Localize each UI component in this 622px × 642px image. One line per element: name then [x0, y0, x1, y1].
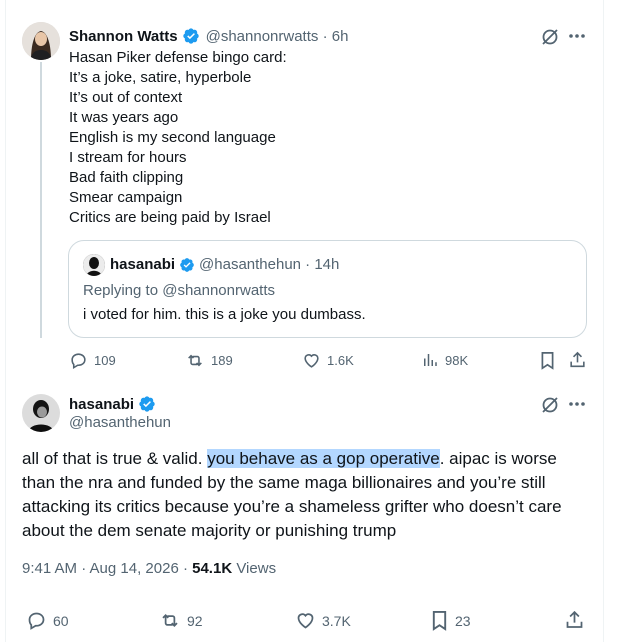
bookmark-icon — [432, 611, 447, 631]
like-count: 1.6K — [327, 353, 354, 368]
author-handle-time[interactable]: @shannonrwatts · 6h — [206, 28, 349, 45]
bookmark-count: 23 — [455, 612, 471, 629]
selected-text: you behave as a gop operative — [207, 449, 440, 468]
share-icon[interactable] — [564, 609, 585, 631]
reply-button[interactable]: 60 — [26, 610, 69, 631]
avatar-hasanabi-small[interactable] — [83, 254, 105, 276]
heart-icon — [297, 613, 314, 629]
tweet-line: Critics are being paid by Israel — [69, 209, 271, 226]
tweet-line: Bad faith clipping — [69, 169, 184, 186]
repost-button[interactable]: 189 — [185, 351, 233, 370]
verified-badge-icon — [138, 395, 156, 413]
author-name[interactable]: Shannon Watts — [69, 28, 178, 45]
like-button[interactable]: 1.6K — [302, 351, 354, 370]
text-segment: all of that is true & valid. — [22, 449, 208, 468]
text-line: attacking its critics because you’re a s… — [22, 497, 562, 516]
bookmark-icon[interactable] — [539, 351, 556, 370]
share-icon[interactable] — [568, 350, 587, 370]
tweet-line: Hasan Piker defense bingo card: — [69, 49, 287, 66]
repost-button[interactable]: 92 — [159, 610, 203, 631]
replying-to[interactable]: Replying to @shannonrwatts — [83, 281, 275, 301]
quoted-author-name[interactable]: hasanabi — [110, 256, 175, 273]
views-count: 54.1K — [192, 560, 233, 577]
reply-icon — [28, 612, 45, 630]
grok-icon[interactable] — [540, 27, 560, 47]
tweet-body: Hasan Piker defense bingo card: It’s a j… — [69, 48, 287, 228]
heart-icon — [304, 354, 319, 368]
text-segment: . aipac is worse — [439, 449, 557, 468]
reply-count: 109 — [94, 353, 116, 368]
reply-button[interactable]: 109 — [69, 351, 116, 370]
text-line: than the nra and funded by the same maga… — [22, 473, 546, 492]
like-count: 3.7K — [322, 612, 351, 629]
avatar-shannon[interactable] — [22, 22, 60, 60]
more-options-icon[interactable] — [568, 401, 586, 407]
tweet-line: English is my second language — [69, 129, 276, 146]
author-handle[interactable]: @hasanthehun — [69, 414, 171, 431]
tweet-line: It was years ago — [69, 109, 179, 126]
text-line: about the dem senate majority or punishi… — [22, 521, 397, 540]
tweet-line: Smear campaign — [69, 189, 183, 206]
avatar-hasanabi[interactable] — [22, 394, 60, 432]
tweet-line: I stream for hours — [69, 149, 187, 166]
views-button[interactable]: 98K — [421, 351, 468, 369]
quoted-handle-time[interactable]: @hasanthehun · 14h — [199, 256, 339, 273]
author-name[interactable]: hasanabi — [69, 396, 134, 413]
thread-connector — [40, 62, 42, 338]
views-icon — [424, 354, 437, 366]
views-count: 98K — [445, 352, 469, 368]
main-tweet-text: all of that is true & valid. you behave … — [22, 447, 602, 543]
tweet-line: It’s out of context — [69, 89, 183, 106]
verified-badge-icon — [182, 27, 200, 45]
tweet-line: It’s a joke, satire, hyperbole — [69, 69, 252, 86]
grok-icon[interactable] — [540, 395, 560, 415]
repost-icon — [188, 354, 202, 367]
timestamp[interactable]: 9:41 AM · Aug 14, 2026 · — [22, 560, 192, 577]
more-options-icon[interactable] — [568, 33, 586, 39]
reply-count: 60 — [53, 612, 69, 629]
like-button[interactable]: 3.7K — [295, 610, 351, 631]
verified-badge-icon — [179, 257, 195, 273]
reply-icon — [71, 353, 86, 370]
frame-border-left — [5, 0, 6, 642]
bookmark-button[interactable]: 23 — [430, 610, 471, 631]
views-label: Views — [232, 560, 277, 577]
timestamp-row: 9:41 AM · Aug 14, 2026 · 54.1K Views — [22, 560, 276, 577]
repost-count: 92 — [187, 612, 203, 629]
frame-border-right — [603, 0, 604, 642]
repost-icon — [162, 614, 178, 627]
repost-count: 189 — [211, 353, 233, 368]
quoted-tweet-text: i voted for him. this is a joke you dumb… — [83, 306, 366, 323]
